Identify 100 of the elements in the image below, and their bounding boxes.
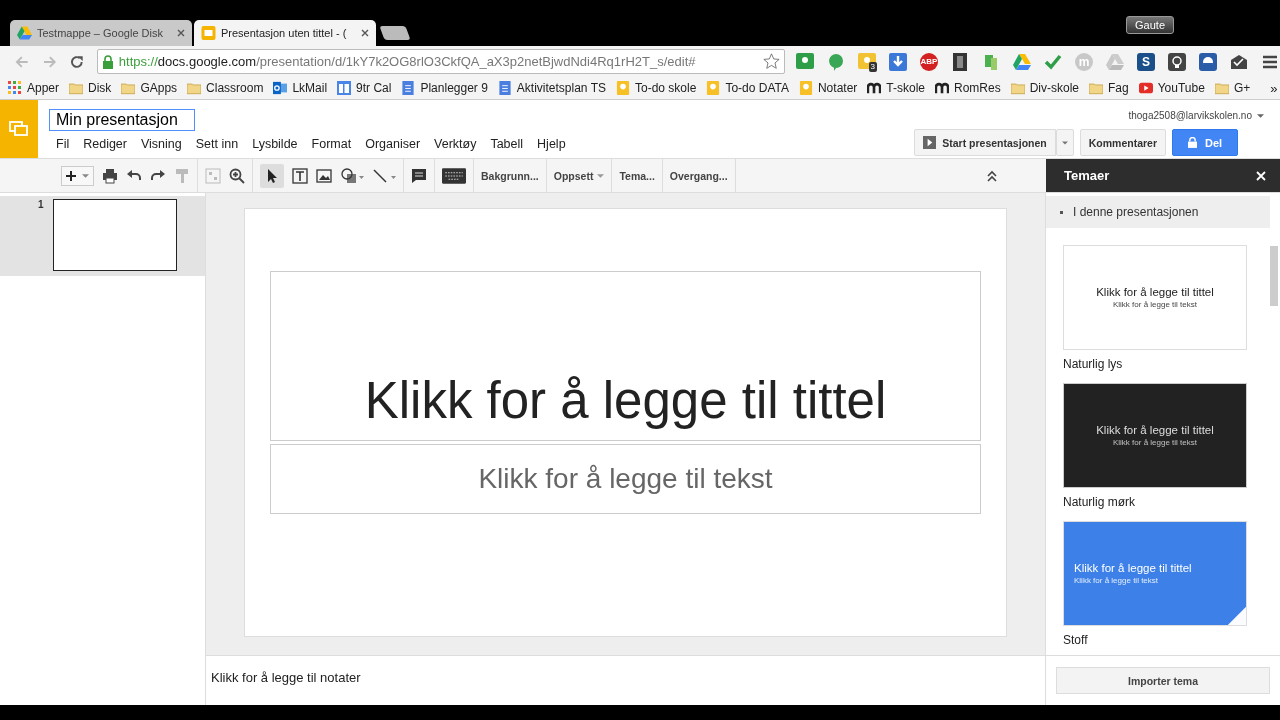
bookmark-label: G+ [1233, 81, 1251, 95]
new-tab-button[interactable] [379, 26, 411, 40]
toolbar-button[interactable]: Overgang... [669, 169, 728, 182]
bookmark[interactable]: Apper [8, 81, 60, 95]
bulb-icon [706, 81, 721, 95]
bookmark[interactable]: 9tr Cal [337, 81, 392, 95]
menu-item[interactable]: Sett inn [195, 137, 239, 151]
profile-button[interactable]: Gaute [1126, 16, 1174, 34]
menu-item[interactable]: Rediger [83, 137, 127, 151]
print-icon[interactable] [102, 167, 118, 184]
close-icon[interactable] [361, 29, 369, 37]
subtitle-placeholder[interactable]: Klikk for å legge til tekst [270, 444, 981, 514]
toolbar-button[interactable]: Oppsett [553, 169, 605, 182]
bookmark[interactable]: Classroom [187, 81, 264, 95]
slide-thumbnail-row[interactable]: 1 [0, 196, 205, 276]
extension-icon[interactable]: S [1136, 51, 1156, 72]
menu-item[interactable]: Tabell [490, 137, 524, 151]
document-icon [497, 81, 512, 95]
theme-preview[interactable]: Klikk for å legge til tittel Klikk for å legge til tekst [1063, 521, 1247, 626]
present-button[interactable]: Start presentasjonen [914, 129, 1056, 156]
address-bar[interactable]: https://docs.google.com/presentation/d/1kY7k2OG8rlO3CkfQA_aX3p2netBjwdNdi4Rq1rH2T_s/edit# [96, 49, 785, 74]
bookmark-label: Apper [27, 81, 60, 95]
bookmark[interactable]: GApps [121, 81, 178, 95]
lock-icon [101, 54, 114, 69]
extension-icon[interactable] [1198, 51, 1218, 72]
bookmark[interactable]: T-skole [867, 81, 925, 95]
bookmark[interactable]: To-do skole [616, 81, 697, 95]
bookmark[interactable]: YouTube [1138, 81, 1205, 95]
bookmark[interactable]: RomRes [935, 81, 1001, 95]
folder-icon [1214, 81, 1229, 95]
notes-placeholder: Klikk for å legge til notater [211, 670, 361, 685]
bookmark[interactable]: G+ [1214, 81, 1251, 95]
extension-icon[interactable] [950, 51, 970, 72]
browser-tab[interactable]: Presentasjon uten tittel - ( [194, 20, 376, 46]
notes-area[interactable]: Klikk for å legge til notater [206, 655, 1045, 705]
calendar-icon [337, 81, 352, 95]
bookmark[interactable]: Div-skole [1010, 81, 1080, 95]
menu-item[interactable]: Visning [141, 137, 182, 151]
more-bookmarks-button[interactable]: » [1270, 80, 1280, 96]
menu-item[interactable]: Hjelp [537, 137, 566, 151]
folder-icon [69, 81, 84, 95]
menu-item[interactable]: Fil [56, 137, 70, 151]
bookmark-label: T-skole [886, 81, 925, 95]
account-email[interactable]: thoga2508@larvikskolen.no [1128, 110, 1252, 121]
theme-preview[interactable]: Klikk for å legge til tittel Klikk for å legge til tekst [1063, 383, 1247, 488]
bookmark-label: To-do DATA [725, 81, 789, 95]
star-icon[interactable] [763, 53, 780, 70]
select-tool-button[interactable] [260, 163, 284, 188]
menu-item[interactable]: Lysbilde [252, 137, 298, 151]
collapse-icon[interactable] [986, 169, 998, 182]
line-icon[interactable] [372, 167, 396, 184]
caret-icon[interactable] [1257, 113, 1264, 118]
toolbar-button[interactable]: Tema... [619, 169, 655, 182]
theme-preview[interactable]: Klikk for å legge til tittel Klikk for å legge til tekst [1063, 245, 1247, 350]
count-badge: 3 [868, 61, 877, 72]
zoom-icon[interactable] [229, 167, 245, 184]
comment-icon[interactable] [411, 167, 427, 184]
import-theme-button[interactable]: Importer tema [1056, 667, 1270, 694]
title-placeholder[interactable]: Klikk for å legge til tittel [270, 271, 981, 441]
folder-icon [1010, 81, 1025, 95]
bookmark-label: To-do skole [635, 81, 697, 95]
bookmark[interactable]: Notater [798, 81, 858, 95]
text-box-icon[interactable] [292, 167, 308, 184]
theme-name: Naturlig lys [1063, 357, 1124, 371]
url-text: https://docs.google.com/presentation/d/1kY7k2OG8rlO3CkfQA_aX3p2netBjwdNdi4Rq1rH2T_s/edit# [118, 54, 697, 69]
comments-button[interactable]: Kommentarer [1079, 129, 1166, 156]
document-title-field[interactable]: Min presentasjon [49, 109, 195, 131]
bookmark[interactable]: Fag [1089, 81, 1129, 95]
theme-name: Stoff [1063, 633, 1089, 647]
theme-name: Naturlig mørk [1063, 495, 1136, 509]
theme-subtitle-text: Klikk for å legge til tekst [1112, 300, 1197, 309]
extension-icon[interactable]: ABP [919, 51, 939, 72]
arch-icon [867, 81, 882, 95]
plus-icon [66, 170, 76, 181]
image-icon[interactable] [316, 167, 332, 184]
bookmark-label: Div-skole [1029, 81, 1080, 95]
section-header[interactable]: I denne presentasjonen [1046, 196, 1270, 228]
bookmark-label: LkMail [292, 81, 328, 95]
bookmark[interactable]: LkMail [273, 81, 328, 95]
extension-icon[interactable]: 3 [857, 51, 877, 72]
share-button[interactable]: Del [1172, 129, 1238, 156]
panel-title: Temaer [1064, 168, 1110, 183]
shape-icon[interactable] [340, 167, 364, 184]
menu-item[interactable]: Format [311, 137, 352, 151]
slide-thumbnail[interactable] [53, 199, 177, 271]
bookmark[interactable]: Aktivitetsplan TS [497, 81, 606, 95]
bookmark[interactable]: To-do DATA [706, 81, 789, 95]
bullet-icon [1060, 210, 1063, 214]
toolbar-button[interactable]: Bakgrunn... [481, 169, 539, 182]
new-slide-button[interactable] [61, 165, 94, 186]
folder-icon [121, 81, 136, 95]
menu-item[interactable]: Verktøy [434, 137, 477, 151]
bookmark[interactable]: Disk [69, 81, 112, 95]
reload-icon[interactable] [69, 53, 85, 70]
menu-item[interactable]: Organiser [365, 137, 421, 151]
bookmark[interactable]: Planlegger 9 [401, 81, 488, 95]
browser-tab[interactable]: Testmappe – Google Disk [10, 20, 192, 46]
keyboard-icon[interactable] [442, 167, 466, 184]
extension-icon[interactable] [1167, 51, 1187, 72]
bookmark-label: RomRes [954, 81, 1001, 95]
